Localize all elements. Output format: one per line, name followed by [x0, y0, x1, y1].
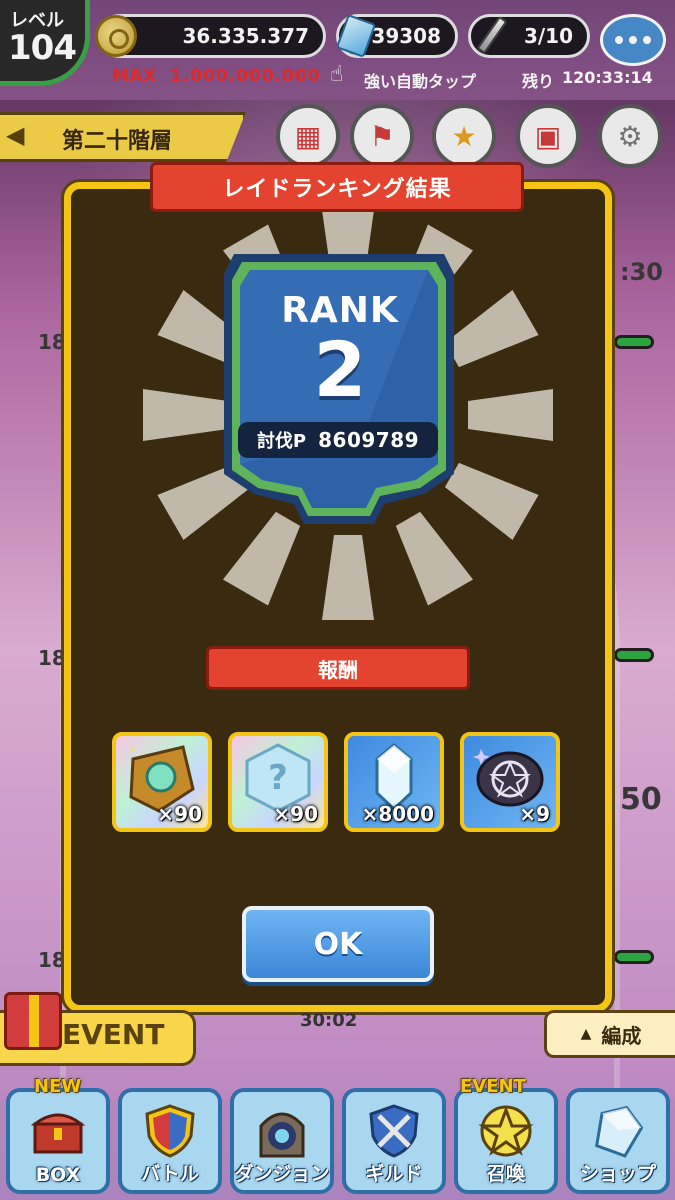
reward-item[interactable]: ? ×90: [228, 732, 328, 832]
svg-text:?: ?: [268, 758, 288, 798]
reward-quantity: ×90: [157, 802, 202, 826]
event-gift-icon: [4, 992, 62, 1050]
bottom-nav: BOX NEW バトル ダンジョン ギルド 召喚 EVENT ショップ: [0, 1076, 675, 1200]
nav-box[interactable]: BOX: [6, 1088, 110, 1194]
shield-icon: [145, 1104, 195, 1158]
nav-label: ダンジョン: [234, 1163, 330, 1185]
reward-banner: 報酬: [206, 646, 470, 690]
nav-label: バトル: [141, 1163, 199, 1185]
nav-dungeon[interactable]: ダンジョン: [230, 1088, 334, 1194]
event-label: EVENT: [62, 1018, 165, 1051]
modal-title: レイドランキング結果: [222, 177, 452, 202]
portal-icon: [259, 1112, 305, 1158]
formation-label: 編成: [601, 1023, 642, 1048]
ok-button[interactable]: OK: [242, 906, 434, 982]
reward-quantity: ×8000: [361, 802, 434, 826]
reward-item[interactable]: ×8000: [344, 732, 444, 832]
event-timer: 30:02: [300, 1010, 358, 1031]
points-label: 討伐P: [256, 431, 307, 452]
pentagram-icon: [478, 1105, 534, 1157]
nav-label: ショップ: [579, 1163, 656, 1185]
points-value: 8609789: [318, 428, 420, 452]
formation-button[interactable]: ▲ 編成: [544, 1010, 675, 1058]
ok-label: OK: [313, 926, 363, 962]
up-arrow-icon: ▲: [580, 1026, 592, 1042]
reward-item[interactable]: ×9: [460, 732, 560, 832]
reward-quantity: ×90: [273, 802, 318, 826]
reward-quantity: ×9: [519, 802, 550, 826]
nav-battle[interactable]: バトル: [118, 1088, 222, 1194]
treasure-chest-icon: [30, 1113, 86, 1154]
rank-value: 2: [313, 325, 367, 414]
modal-title-banner: レイドランキング結果: [150, 162, 524, 212]
new-tag: NEW: [34, 1076, 82, 1097]
nav-summon[interactable]: 召喚: [454, 1088, 558, 1194]
nav-guild[interactable]: ギルド: [342, 1088, 446, 1194]
nav-label: BOX: [35, 1164, 81, 1186]
reward-item[interactable]: ×90: [112, 732, 212, 832]
reward-title: 報酬: [318, 657, 358, 682]
event-tag: EVENT: [460, 1076, 526, 1097]
points-box: 討伐P 8609789: [238, 422, 438, 458]
gem-shop-icon: [595, 1106, 644, 1158]
nav-label: 召喚: [486, 1163, 525, 1185]
nav-shop[interactable]: ショップ: [566, 1088, 670, 1194]
nav-label: ギルド: [365, 1163, 423, 1185]
crossed-swords-icon: [369, 1104, 419, 1158]
